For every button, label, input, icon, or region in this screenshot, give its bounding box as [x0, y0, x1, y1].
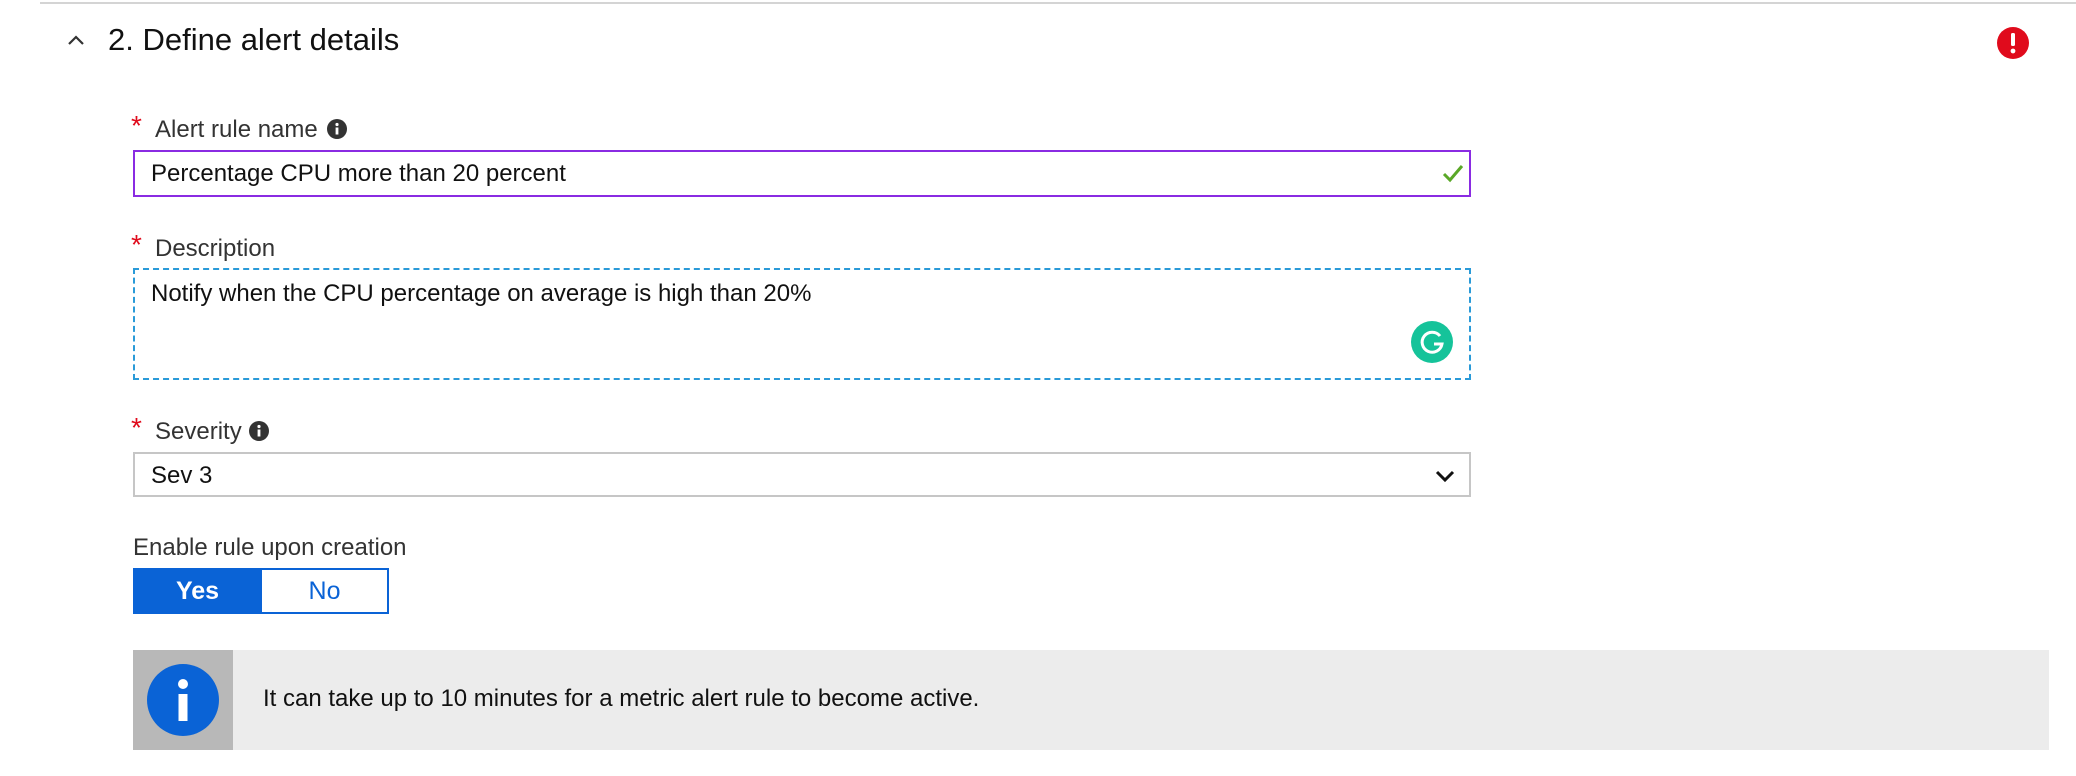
enable-rule-label: Enable rule upon creation [133, 534, 407, 561]
info-icon[interactable] [326, 118, 348, 140]
info-banner-text: It can take up to 10 minutes for a metri… [263, 685, 980, 712]
info-icon [147, 664, 219, 736]
required-marker: * [131, 412, 142, 443]
error-icon [1997, 27, 2029, 59]
section-title: 2. Define alert details [108, 22, 400, 57]
section-header[interactable]: 2. Define alert details [56, 18, 2056, 66]
enable-yes-button[interactable]: Yes [135, 570, 260, 612]
info-icon[interactable] [248, 420, 270, 442]
section-divider [40, 2, 2076, 4]
enable-no-button[interactable]: No [260, 570, 387, 612]
alert-rule-name-input[interactable] [133, 150, 1471, 197]
checkmark-icon [1442, 165, 1464, 183]
required-marker: * [131, 110, 142, 141]
chevron-down-icon [1435, 470, 1455, 483]
severity-label: Severity [155, 418, 242, 445]
info-banner: It can take up to 10 minutes for a metri… [133, 650, 2049, 750]
grammarly-icon[interactable] [1410, 320, 1454, 364]
info-banner-icon-area [133, 650, 233, 750]
description-label: Description [155, 235, 276, 262]
description-textarea[interactable]: Notify when the CPU percentage on averag… [133, 268, 1471, 380]
severity-selected-value: Sev 3 [151, 462, 213, 489]
required-marker: * [131, 229, 142, 260]
chevron-up-icon[interactable] [62, 26, 90, 54]
severity-dropdown[interactable]: Sev 3 [133, 452, 1471, 497]
alert-rule-name-label: Alert rule name [155, 116, 318, 143]
enable-rule-toggle[interactable]: Yes No [133, 568, 389, 614]
